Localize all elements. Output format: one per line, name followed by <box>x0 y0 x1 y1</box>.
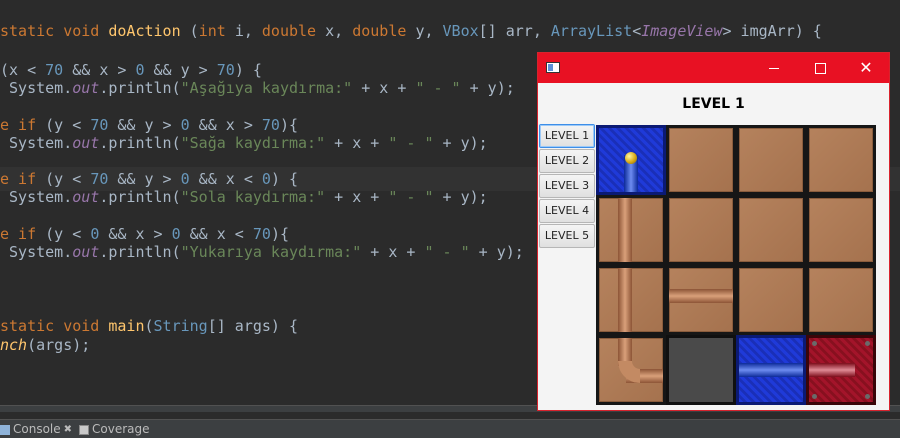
window-titlebar[interactable]: ✕ <box>538 53 889 83</box>
level-3-button[interactable]: LEVEL 3 <box>539 174 595 198</box>
level-4-button[interactable]: LEVEL 4 <box>539 199 595 223</box>
pipe-segment <box>618 198 632 262</box>
pipe-segment <box>669 289 733 303</box>
close-button[interactable]: ✕ <box>843 53 889 83</box>
tile-pipe-horizontal[interactable] <box>666 265 736 335</box>
tab-coverage[interactable]: Coverage <box>79 421 150 438</box>
puzzle-board <box>596 125 876 405</box>
window-content: LEVEL 1 LEVEL 1 LEVEL 2 LEVEL 3 LEVEL 4 … <box>538 83 889 410</box>
minimize-icon <box>769 67 779 69</box>
level-title: LEVEL 1 <box>682 96 745 112</box>
bolt-icon <box>865 341 870 346</box>
minimize-button[interactable] <box>751 53 797 83</box>
level-button-list: LEVEL 1 LEVEL 2 LEVEL 3 LEVEL 4 LEVEL 5 <box>539 124 595 249</box>
red-pipe-segment <box>809 363 855 377</box>
level-2-button[interactable]: LEVEL 2 <box>539 149 595 173</box>
maximize-button[interactable] <box>797 53 843 83</box>
pipe-elbow <box>618 361 640 383</box>
game-window: ✕ LEVEL 1 LEVEL 1 LEVEL 2 LEVEL 3 LEVEL … <box>537 52 890 411</box>
level-5-button[interactable]: LEVEL 5 <box>539 224 595 248</box>
tile-pipe-vertical[interactable] <box>596 195 666 265</box>
tile[interactable] <box>736 195 806 265</box>
coverage-icon <box>79 424 89 435</box>
tile[interactable] <box>736 125 806 195</box>
tile-pipe-curve[interactable] <box>596 335 666 405</box>
app-icon <box>546 62 560 73</box>
tile[interactable] <box>736 265 806 335</box>
tile-end[interactable] <box>806 335 876 405</box>
code-line-9[interactable]: System.out.println("Yukarıya kaydırma:" … <box>0 240 524 264</box>
tile[interactable] <box>666 195 736 265</box>
bolt-icon <box>812 394 817 399</box>
tile[interactable] <box>666 125 736 195</box>
ball-icon <box>625 152 637 164</box>
bottom-tool-bar: Console ✖ Coverage <box>0 419 900 438</box>
console-icon <box>0 424 10 435</box>
code-line-5[interactable]: System.out.println("Sağa kaydırma:" + x … <box>0 131 488 155</box>
level-1-button[interactable]: LEVEL 1 <box>539 124 595 148</box>
code-line-11[interactable]: nch(args); <box>0 333 90 357</box>
tab-console-label: Console <box>13 422 61 436</box>
tile[interactable] <box>806 265 876 335</box>
blue-pipe-segment <box>739 363 803 377</box>
code-line-7[interactable]: System.out.println("Sola kaydırma:" + x … <box>0 185 488 209</box>
bolt-icon <box>865 394 870 399</box>
tile-blue-pipe[interactable] <box>736 335 806 405</box>
tile-empty[interactable] <box>666 335 736 405</box>
tab-console[interactable]: Console ✖ <box>0 421 72 438</box>
pipe-segment <box>618 268 632 332</box>
tile-start[interactable] <box>596 125 666 195</box>
code-line-1[interactable]: static void doAction (int i, double x, d… <box>0 19 822 43</box>
tile[interactable] <box>806 125 876 195</box>
maximize-icon <box>814 62 826 74</box>
code-line-3[interactable]: System.out.println("Aşağıya kaydırma:" +… <box>0 76 515 100</box>
bolt-icon <box>812 341 817 346</box>
tab-coverage-label: Coverage <box>92 422 150 436</box>
close-icon[interactable]: ✖ <box>64 421 72 438</box>
tile-pipe-vertical[interactable] <box>596 265 666 335</box>
close-icon: ✕ <box>859 58 873 77</box>
tile[interactable] <box>806 195 876 265</box>
